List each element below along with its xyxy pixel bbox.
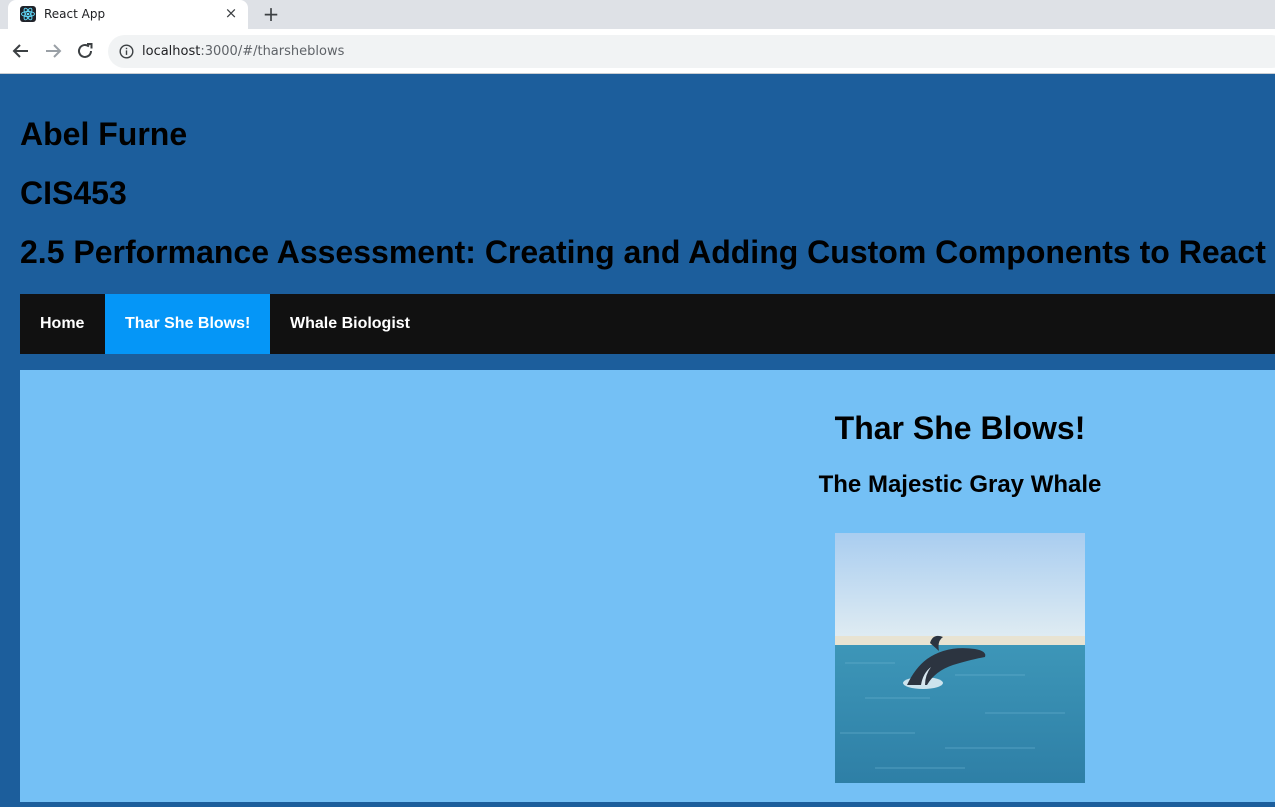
course-heading: CIS453 xyxy=(20,175,127,211)
gray-whale-image xyxy=(835,533,1085,783)
content-panel: Thar She Blows! The Majestic Gray Whale xyxy=(20,370,1275,802)
assignment-heading: 2.5 Performance Assessment: Creating and… xyxy=(20,234,1266,270)
forward-arrow-icon[interactable] xyxy=(42,40,64,62)
nav-item-home[interactable]: Home xyxy=(20,294,105,354)
nav-item-whale-biologist[interactable]: Whale Biologist xyxy=(270,294,430,354)
content-title: Thar She Blows! xyxy=(834,410,1086,446)
page-body: Abel Furne CIS453 2.5 Performance Assess… xyxy=(0,74,1275,807)
browser-tab[interactable]: React App × xyxy=(8,0,248,29)
url-text: localhost:3000/#/tharsheblows xyxy=(142,44,344,59)
reload-icon[interactable] xyxy=(74,40,96,62)
react-favicon-icon xyxy=(20,6,36,22)
url-path: :3000/#/tharsheblows xyxy=(200,44,345,59)
browser-toolbar: localhost:3000/#/tharsheblows xyxy=(0,29,1275,74)
browser-tabstrip: React App × + xyxy=(0,0,1275,29)
author-name-heading: Abel Furne xyxy=(20,116,188,152)
back-arrow-icon[interactable] xyxy=(10,40,32,62)
url-host: localhost xyxy=(142,44,201,59)
nav-item-thar-she-blows[interactable]: Thar She Blows! xyxy=(105,294,270,354)
info-icon[interactable] xyxy=(119,44,134,59)
address-bar[interactable]: localhost:3000/#/tharsheblows xyxy=(108,35,1275,68)
main-navbar: Home Thar She Blows! Whale Biologist xyxy=(20,294,1275,354)
tab-title: React App xyxy=(44,7,106,21)
close-tab-icon[interactable]: × xyxy=(222,4,240,22)
new-tab-button[interactable]: + xyxy=(260,3,282,25)
content-subtitle: The Majestic Gray Whale xyxy=(818,471,1102,498)
